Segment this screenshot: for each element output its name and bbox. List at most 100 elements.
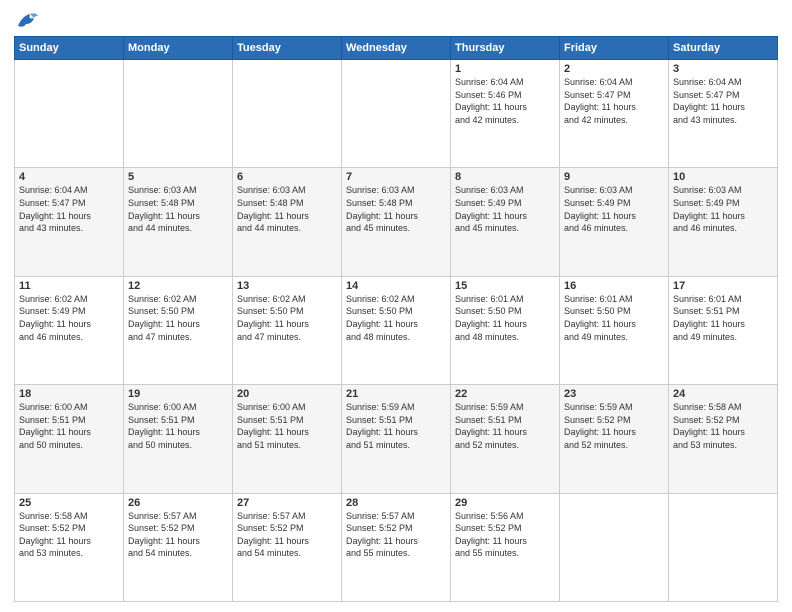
day-number: 1	[455, 63, 555, 75]
day-number: 10	[673, 171, 773, 183]
calendar-cell: 23Sunrise: 5:59 AM Sunset: 5:52 PM Dayli…	[560, 385, 669, 493]
calendar-cell	[560, 493, 669, 601]
calendar-cell	[233, 60, 342, 168]
calendar-cell: 10Sunrise: 6:03 AM Sunset: 5:49 PM Dayli…	[669, 168, 778, 276]
calendar-week-4: 18Sunrise: 6:00 AM Sunset: 5:51 PM Dayli…	[15, 385, 778, 493]
day-number: 12	[128, 280, 228, 292]
day-number: 22	[455, 388, 555, 400]
day-number: 11	[19, 280, 119, 292]
calendar-week-1: 1Sunrise: 6:04 AM Sunset: 5:46 PM Daylig…	[15, 60, 778, 168]
day-number: 25	[19, 497, 119, 509]
day-info: Sunrise: 6:03 AM Sunset: 5:48 PM Dayligh…	[346, 184, 446, 234]
calendar-cell: 7Sunrise: 6:03 AM Sunset: 5:48 PM Daylig…	[342, 168, 451, 276]
day-info: Sunrise: 6:04 AM Sunset: 5:47 PM Dayligh…	[673, 76, 773, 126]
calendar-cell: 8Sunrise: 6:03 AM Sunset: 5:49 PM Daylig…	[451, 168, 560, 276]
day-header-tuesday: Tuesday	[233, 37, 342, 60]
header	[14, 12, 778, 30]
calendar-cell: 13Sunrise: 6:02 AM Sunset: 5:50 PM Dayli…	[233, 276, 342, 384]
page: SundayMondayTuesdayWednesdayThursdayFrid…	[0, 0, 792, 612]
day-header-thursday: Thursday	[451, 37, 560, 60]
calendar-cell: 19Sunrise: 6:00 AM Sunset: 5:51 PM Dayli…	[124, 385, 233, 493]
day-header-sunday: Sunday	[15, 37, 124, 60]
logo	[14, 12, 38, 30]
day-info: Sunrise: 5:57 AM Sunset: 5:52 PM Dayligh…	[346, 510, 446, 560]
day-number: 3	[673, 63, 773, 75]
day-info: Sunrise: 6:03 AM Sunset: 5:49 PM Dayligh…	[673, 184, 773, 234]
day-info: Sunrise: 6:00 AM Sunset: 5:51 PM Dayligh…	[19, 401, 119, 451]
calendar-cell: 2Sunrise: 6:04 AM Sunset: 5:47 PM Daylig…	[560, 60, 669, 168]
day-info: Sunrise: 5:59 AM Sunset: 5:51 PM Dayligh…	[346, 401, 446, 451]
day-number: 27	[237, 497, 337, 509]
calendar-cell: 4Sunrise: 6:04 AM Sunset: 5:47 PM Daylig…	[15, 168, 124, 276]
calendar: SundayMondayTuesdayWednesdayThursdayFrid…	[14, 36, 778, 602]
day-info: Sunrise: 5:57 AM Sunset: 5:52 PM Dayligh…	[237, 510, 337, 560]
calendar-cell: 18Sunrise: 6:00 AM Sunset: 5:51 PM Dayli…	[15, 385, 124, 493]
calendar-cell: 27Sunrise: 5:57 AM Sunset: 5:52 PM Dayli…	[233, 493, 342, 601]
calendar-cell: 6Sunrise: 6:03 AM Sunset: 5:48 PM Daylig…	[233, 168, 342, 276]
day-number: 23	[564, 388, 664, 400]
day-number: 15	[455, 280, 555, 292]
calendar-cell: 21Sunrise: 5:59 AM Sunset: 5:51 PM Dayli…	[342, 385, 451, 493]
calendar-cell	[342, 60, 451, 168]
calendar-week-3: 11Sunrise: 6:02 AM Sunset: 5:49 PM Dayli…	[15, 276, 778, 384]
day-number: 5	[128, 171, 228, 183]
calendar-cell	[669, 493, 778, 601]
day-number: 6	[237, 171, 337, 183]
calendar-cell: 12Sunrise: 6:02 AM Sunset: 5:50 PM Dayli…	[124, 276, 233, 384]
day-number: 17	[673, 280, 773, 292]
calendar-cell	[124, 60, 233, 168]
day-number: 26	[128, 497, 228, 509]
day-info: Sunrise: 5:57 AM Sunset: 5:52 PM Dayligh…	[128, 510, 228, 560]
calendar-cell: 14Sunrise: 6:02 AM Sunset: 5:50 PM Dayli…	[342, 276, 451, 384]
calendar-cell	[15, 60, 124, 168]
calendar-cell: 9Sunrise: 6:03 AM Sunset: 5:49 PM Daylig…	[560, 168, 669, 276]
day-number: 20	[237, 388, 337, 400]
calendar-cell: 16Sunrise: 6:01 AM Sunset: 5:50 PM Dayli…	[560, 276, 669, 384]
day-info: Sunrise: 6:04 AM Sunset: 5:47 PM Dayligh…	[564, 76, 664, 126]
calendar-header-row: SundayMondayTuesdayWednesdayThursdayFrid…	[15, 37, 778, 60]
day-number: 21	[346, 388, 446, 400]
calendar-cell: 5Sunrise: 6:03 AM Sunset: 5:48 PM Daylig…	[124, 168, 233, 276]
calendar-cell: 26Sunrise: 5:57 AM Sunset: 5:52 PM Dayli…	[124, 493, 233, 601]
logo-bird-icon	[16, 12, 38, 30]
day-info: Sunrise: 6:00 AM Sunset: 5:51 PM Dayligh…	[128, 401, 228, 451]
day-number: 14	[346, 280, 446, 292]
calendar-cell: 15Sunrise: 6:01 AM Sunset: 5:50 PM Dayli…	[451, 276, 560, 384]
day-info: Sunrise: 6:03 AM Sunset: 5:48 PM Dayligh…	[128, 184, 228, 234]
day-number: 28	[346, 497, 446, 509]
day-header-wednesday: Wednesday	[342, 37, 451, 60]
day-info: Sunrise: 5:58 AM Sunset: 5:52 PM Dayligh…	[19, 510, 119, 560]
day-header-saturday: Saturday	[669, 37, 778, 60]
calendar-cell: 24Sunrise: 5:58 AM Sunset: 5:52 PM Dayli…	[669, 385, 778, 493]
calendar-cell: 22Sunrise: 5:59 AM Sunset: 5:51 PM Dayli…	[451, 385, 560, 493]
day-info: Sunrise: 6:00 AM Sunset: 5:51 PM Dayligh…	[237, 401, 337, 451]
day-info: Sunrise: 6:01 AM Sunset: 5:50 PM Dayligh…	[564, 293, 664, 343]
day-info: Sunrise: 6:02 AM Sunset: 5:50 PM Dayligh…	[346, 293, 446, 343]
calendar-cell: 17Sunrise: 6:01 AM Sunset: 5:51 PM Dayli…	[669, 276, 778, 384]
day-number: 16	[564, 280, 664, 292]
day-info: Sunrise: 5:59 AM Sunset: 5:51 PM Dayligh…	[455, 401, 555, 451]
day-info: Sunrise: 6:04 AM Sunset: 5:46 PM Dayligh…	[455, 76, 555, 126]
calendar-week-2: 4Sunrise: 6:04 AM Sunset: 5:47 PM Daylig…	[15, 168, 778, 276]
calendar-cell: 29Sunrise: 5:56 AM Sunset: 5:52 PM Dayli…	[451, 493, 560, 601]
day-info: Sunrise: 5:58 AM Sunset: 5:52 PM Dayligh…	[673, 401, 773, 451]
day-number: 7	[346, 171, 446, 183]
calendar-cell: 28Sunrise: 5:57 AM Sunset: 5:52 PM Dayli…	[342, 493, 451, 601]
calendar-cell: 11Sunrise: 6:02 AM Sunset: 5:49 PM Dayli…	[15, 276, 124, 384]
day-number: 19	[128, 388, 228, 400]
day-number: 8	[455, 171, 555, 183]
day-number: 9	[564, 171, 664, 183]
day-info: Sunrise: 6:04 AM Sunset: 5:47 PM Dayligh…	[19, 184, 119, 234]
day-header-friday: Friday	[560, 37, 669, 60]
day-number: 18	[19, 388, 119, 400]
day-info: Sunrise: 6:01 AM Sunset: 5:51 PM Dayligh…	[673, 293, 773, 343]
day-info: Sunrise: 5:59 AM Sunset: 5:52 PM Dayligh…	[564, 401, 664, 451]
calendar-cell: 25Sunrise: 5:58 AM Sunset: 5:52 PM Dayli…	[15, 493, 124, 601]
day-info: Sunrise: 6:02 AM Sunset: 5:49 PM Dayligh…	[19, 293, 119, 343]
day-info: Sunrise: 6:02 AM Sunset: 5:50 PM Dayligh…	[128, 293, 228, 343]
calendar-cell: 3Sunrise: 6:04 AM Sunset: 5:47 PM Daylig…	[669, 60, 778, 168]
day-info: Sunrise: 6:03 AM Sunset: 5:48 PM Dayligh…	[237, 184, 337, 234]
calendar-cell: 1Sunrise: 6:04 AM Sunset: 5:46 PM Daylig…	[451, 60, 560, 168]
day-number: 24	[673, 388, 773, 400]
day-number: 4	[19, 171, 119, 183]
